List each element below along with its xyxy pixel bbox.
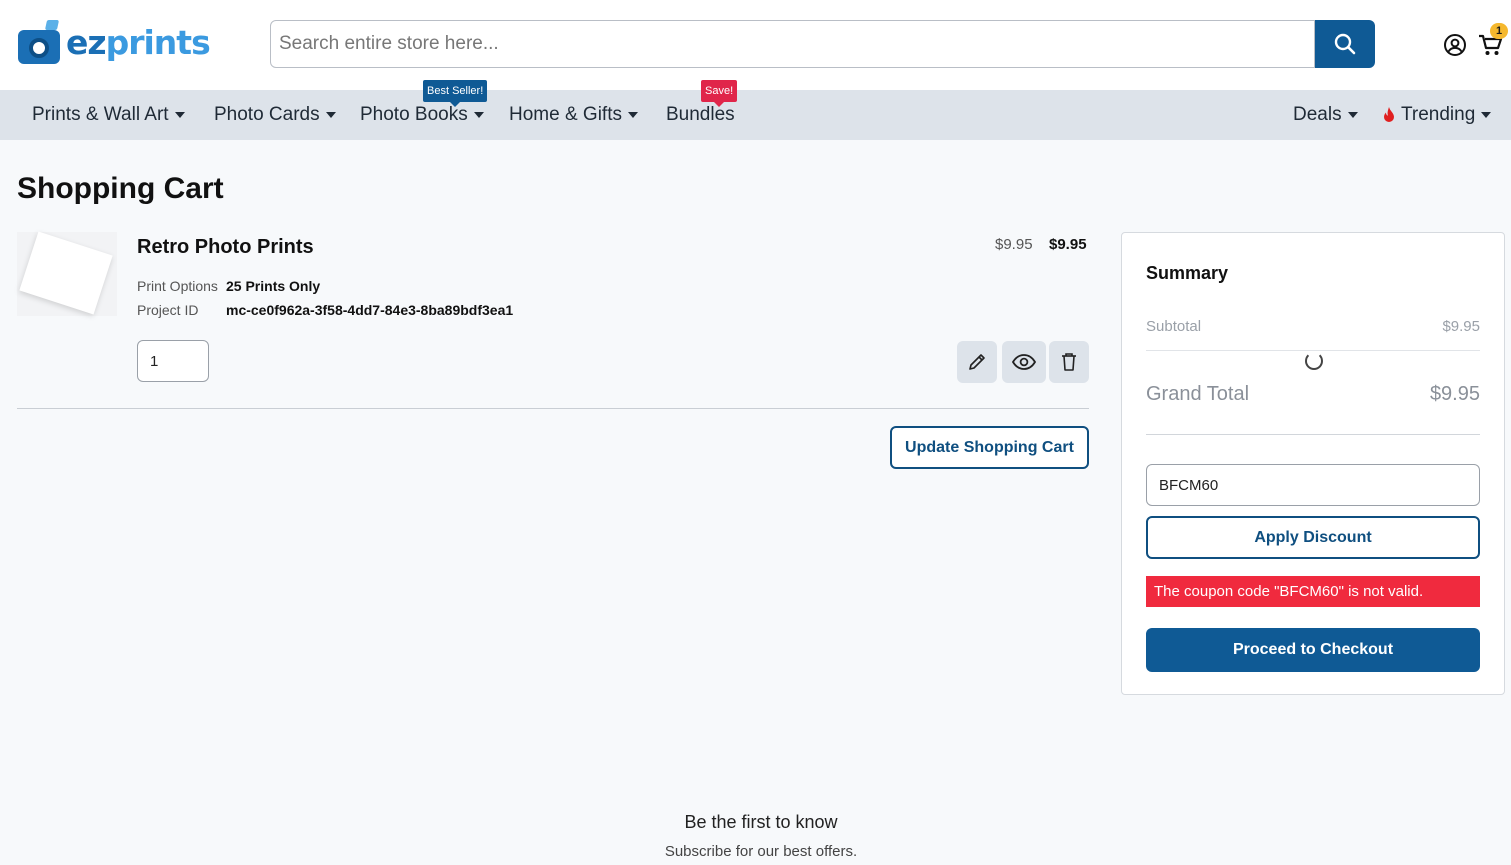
eye-icon	[1012, 354, 1036, 370]
account-icon[interactable]	[1443, 33, 1467, 57]
summary-divider	[1146, 434, 1480, 435]
edit-item-button[interactable]	[957, 341, 997, 383]
newsletter-subtitle: Subscribe for our best offers.	[664, 843, 858, 860]
preview-item-button[interactable]	[1002, 341, 1046, 383]
nav-item-trending[interactable]: Trending	[1383, 90, 1492, 140]
summary-divider	[1146, 350, 1480, 351]
best-seller-badge: Best Seller!	[423, 80, 488, 107]
logo-wordmark: ezprints	[66, 22, 211, 62]
product-thumbnail[interactable]	[17, 231, 117, 316]
nav-item-label: Deals	[1293, 104, 1342, 125]
coupon-error-message: The coupon code "BFCM60" is not valid.	[1146, 576, 1480, 607]
order-summary: Summary Subtotal $9.95 Grand Total $9.95…	[1121, 232, 1505, 695]
nav-item-home-gifts[interactable]: Home & Gifts	[509, 90, 638, 140]
grand-total-value: $9.95	[1429, 383, 1480, 405]
trash-icon	[1062, 353, 1076, 371]
coupon-code-input[interactable]	[1146, 464, 1480, 506]
subtotal-value: $9.95	[1442, 318, 1480, 335]
project-id-label: Project ID	[137, 302, 199, 318]
site-header: ezprints 1	[0, 0, 1511, 90]
row-subtotal: $9.95	[1049, 236, 1087, 253]
search-button[interactable]	[1315, 20, 1375, 68]
page-title: Shopping Cart	[17, 172, 224, 205]
caret-down-icon	[325, 112, 336, 118]
pencil-icon	[969, 354, 985, 370]
save-badge: Save!	[701, 80, 738, 107]
nav-item-deals[interactable]: Deals	[1293, 90, 1358, 140]
nav-item-label: Home & Gifts	[509, 104, 622, 125]
newsletter-title: Be the first to know	[684, 812, 838, 832]
caret-down-icon	[1347, 112, 1358, 118]
camera-logo-icon	[16, 18, 62, 66]
unit-price: $9.95	[995, 236, 1033, 253]
main-nav: Prints & Wall Art Photo Cards Photo Book…	[0, 80, 1511, 140]
nav-item-prints-wall-art[interactable]: Prints & Wall Art	[32, 90, 185, 140]
loading-spinner-icon	[1305, 352, 1323, 370]
cart-count-badge: 1	[1490, 23, 1508, 39]
project-id-value: mc-ce0f962a-3f58-4dd7-84e3-8ba89bdf3ea1	[226, 302, 514, 318]
product-name[interactable]: Retro Photo Prints	[137, 236, 314, 259]
flame-icon	[1384, 107, 1394, 122]
search-input[interactable]	[270, 20, 1315, 68]
print-options-value: 25 Prints Only	[226, 278, 321, 294]
delete-item-button[interactable]	[1049, 341, 1089, 383]
search-icon	[1334, 33, 1356, 55]
caret-down-icon	[627, 112, 638, 118]
summary-title: Summary	[1146, 263, 1229, 283]
caret-down-icon	[1481, 112, 1492, 118]
nav-item-label: Photo Books	[360, 104, 468, 125]
apply-discount-button[interactable]: Apply Discount	[1146, 516, 1480, 559]
quantity-input[interactable]	[137, 340, 209, 382]
caret-down-icon	[473, 112, 484, 118]
proceed-to-checkout-button[interactable]: Proceed to Checkout	[1146, 628, 1480, 672]
caret-down-icon	[174, 112, 185, 118]
nav-item-photo-cards[interactable]: Photo Cards	[214, 90, 336, 140]
grand-total-label: Grand Total	[1146, 383, 1250, 405]
nav-item-label: Prints & Wall Art	[32, 104, 169, 125]
nav-item-label: Trending	[1401, 104, 1476, 125]
nav-item-label: Photo Cards	[214, 104, 320, 125]
ezprints-logo[interactable]: ezprints	[16, 18, 211, 66]
subtotal-label: Subtotal	[1146, 318, 1202, 335]
nav-item-label: Bundles	[666, 104, 735, 125]
update-cart-button[interactable]: Update Shopping Cart	[890, 426, 1089, 469]
cart-divider	[17, 408, 1089, 409]
print-options-label: Print Options	[137, 278, 218, 294]
